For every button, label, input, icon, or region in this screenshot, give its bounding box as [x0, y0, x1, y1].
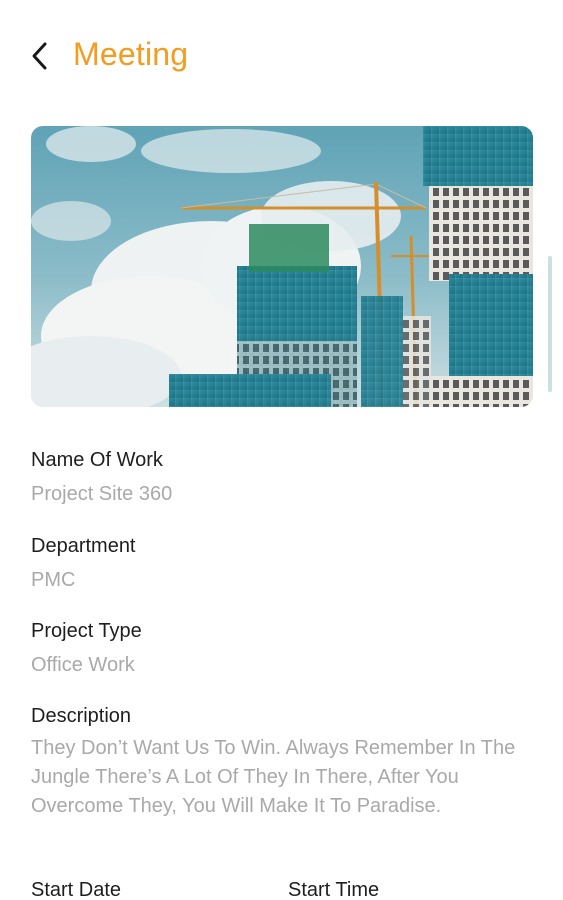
back-button[interactable]	[26, 38, 54, 74]
department-field: Department PMC	[31, 532, 531, 594]
name-of-work-label: Name Of Work	[31, 449, 163, 471]
name-of-work-value: Project Site 360	[31, 483, 173, 505]
page-title: Meeting	[73, 36, 189, 72]
description-value: They Don’t Want Us To Win. Always Rememb…	[31, 737, 516, 817]
chevron-left-icon	[32, 42, 47, 70]
department-value: PMC	[31, 569, 76, 591]
project-type-value: Office Work	[31, 654, 135, 676]
description-field: Description They Don’t Want Us To Win. A…	[31, 702, 531, 821]
app-header: Meeting	[0, 0, 563, 112]
project-type-field: Project Type Office Work	[31, 617, 531, 679]
description-label: Description	[31, 705, 132, 727]
name-of-work-field: Name Of Work Project Site 360	[31, 446, 531, 508]
project-type-label: Project Type	[31, 620, 142, 642]
scrollbar[interactable]	[548, 256, 552, 392]
department-label: Department	[31, 535, 136, 557]
start-date-label: Start Date	[31, 879, 122, 900]
start-time-label: Start Time	[288, 879, 380, 900]
project-image	[31, 126, 533, 407]
